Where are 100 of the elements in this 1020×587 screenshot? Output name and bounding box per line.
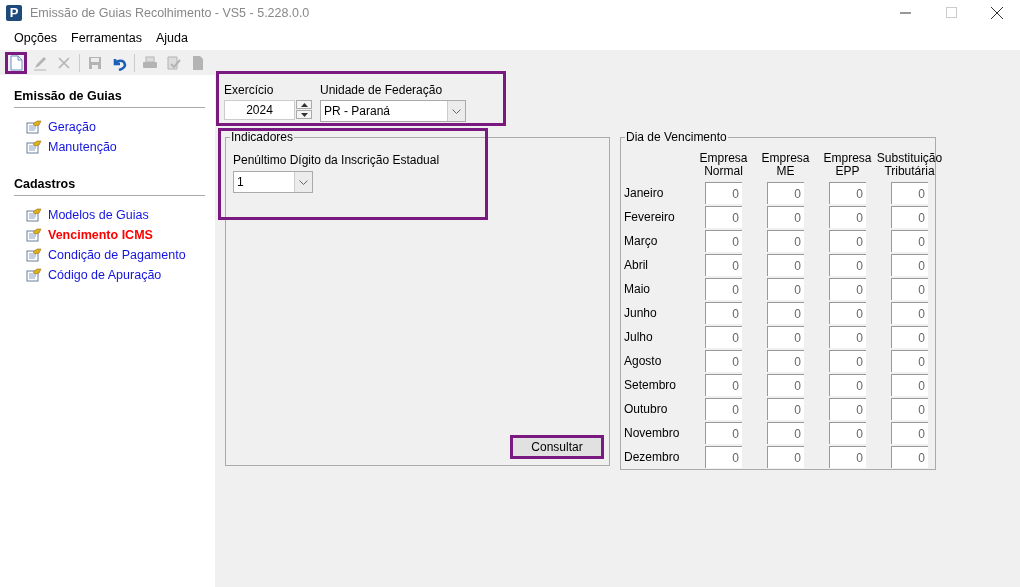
day-field[interactable]: 0 (829, 182, 866, 204)
month-label: Julho (624, 330, 654, 344)
document-icon (190, 54, 206, 71)
day-field[interactable]: 0 (891, 206, 928, 228)
day-field[interactable]: 0 (705, 278, 742, 300)
day-field[interactable]: 0 (829, 446, 866, 468)
form-icon (26, 227, 42, 242)
day-field[interactable]: 0 (891, 374, 928, 396)
state-dropdown[interactable]: PR - Paraná (320, 100, 466, 122)
day-field[interactable]: 0 (891, 398, 928, 420)
day-field[interactable]: 0 (767, 254, 804, 276)
month-label: Junho (624, 306, 658, 320)
day-field[interactable]: 0 (705, 374, 742, 396)
month-label: Março (624, 234, 659, 248)
minimize-icon (899, 11, 911, 14)
day-field[interactable]: 0 (705, 350, 742, 372)
column-header: Empresa EPP (823, 152, 872, 178)
spin-up-button[interactable] (296, 100, 312, 109)
sidebar-link[interactable]: Vencimento ICMS (26, 226, 205, 243)
digit-dropdown[interactable]: 1 (233, 171, 313, 193)
sidebar-link[interactable]: Modelos de Guias (26, 206, 205, 223)
section-title: Cadastros (14, 177, 205, 196)
new-document-icon (8, 54, 24, 71)
day-field[interactable]: 0 (767, 182, 804, 204)
day-field[interactable]: 0 (705, 230, 742, 252)
window-title: Emissão de Guias Recolhimento - VS5 - 5.228.0.0 (30, 5, 311, 20)
caret-down-icon (452, 108, 461, 114)
day-field[interactable]: 0 (829, 302, 866, 324)
form-icon (26, 207, 42, 222)
month-label: Maio (624, 282, 651, 296)
month-label: Novembro (624, 426, 680, 440)
day-field[interactable]: 0 (829, 230, 866, 252)
close-icon (991, 6, 1003, 19)
day-field[interactable]: 0 (767, 446, 804, 468)
day-field[interactable]: 0 (767, 326, 804, 348)
sidebar-link[interactable]: Geração (26, 118, 205, 135)
day-field[interactable]: 0 (767, 206, 804, 228)
day-field[interactable]: 0 (705, 398, 742, 420)
sidebar-link[interactable]: Manutenção (26, 138, 205, 155)
spin-down-button[interactable] (296, 110, 312, 119)
field-label: Unidade de Federação (320, 83, 444, 97)
day-field[interactable]: 0 (829, 278, 866, 300)
day-field[interactable]: 0 (829, 350, 866, 372)
year-field[interactable]: 2024 (224, 100, 295, 120)
form-icon (26, 139, 42, 154)
section-title: Emissão de Guias (14, 89, 205, 108)
menu-item[interactable]: Opções (8, 30, 64, 45)
day-field[interactable]: 0 (829, 398, 866, 420)
day-field[interactable]: 0 (767, 230, 804, 252)
sidebar-link[interactable]: Condição de Pagamento (26, 246, 205, 263)
day-field[interactable]: 0 (891, 350, 928, 372)
day-field[interactable]: 0 (829, 422, 866, 444)
day-field[interactable]: 0 (891, 254, 928, 276)
day-field[interactable]: 0 (705, 446, 742, 468)
day-field[interactable]: 0 (767, 374, 804, 396)
day-field[interactable]: 0 (891, 446, 928, 468)
delete-icon (56, 54, 72, 71)
day-field[interactable]: 0 (891, 326, 928, 348)
day-field[interactable]: 0 (767, 278, 804, 300)
day-field[interactable]: 0 (829, 326, 866, 348)
menu-item[interactable]: Ferramentas (65, 30, 148, 45)
pencil-icon (32, 54, 48, 71)
arrow-down-icon (300, 112, 308, 117)
day-field[interactable]: 0 (829, 374, 866, 396)
save-icon (87, 54, 103, 71)
app-logo: P (6, 4, 22, 21)
day-field[interactable]: 0 (705, 254, 742, 276)
consultar-button[interactable]: Consultar (510, 435, 604, 459)
day-field[interactable]: 0 (767, 398, 804, 420)
day-field[interactable]: 0 (705, 326, 742, 348)
caret-down-icon (299, 179, 308, 185)
menu-item[interactable]: Ajuda (149, 30, 194, 45)
day-field[interactable]: 0 (891, 422, 928, 444)
day-field[interactable]: 0 (705, 182, 742, 204)
day-field[interactable]: 0 (891, 278, 928, 300)
column-header: Empresa Normal (699, 152, 748, 178)
field-label: Penúltimo Dígito da Inscrição Estadual (233, 153, 441, 167)
form-icon (26, 119, 42, 134)
day-field[interactable]: 0 (767, 350, 804, 372)
day-field[interactable]: 0 (705, 422, 742, 444)
day-field[interactable]: 0 (767, 422, 804, 444)
printer-icon (142, 54, 158, 71)
day-field[interactable]: 0 (891, 302, 928, 324)
day-field[interactable]: 0 (829, 254, 866, 276)
day-field[interactable]: 0 (705, 302, 742, 324)
month-label: Outubro (624, 402, 669, 416)
day-field[interactable]: 0 (767, 302, 804, 324)
toolbar-button[interactable] (5, 51, 27, 74)
column-header: Empresa ME (761, 152, 810, 178)
group-title: Dia de Vencimento (625, 130, 728, 144)
form-icon (26, 247, 42, 262)
day-field[interactable]: 0 (829, 206, 866, 228)
sidebar-link[interactable]: Código de Apuração (26, 266, 205, 283)
month-label: Abril (624, 258, 649, 272)
month-label: Setembro (624, 378, 678, 392)
group-title: Indicadores (230, 130, 295, 144)
day-field[interactable]: 0 (705, 206, 742, 228)
day-field[interactable]: 0 (891, 182, 928, 204)
month-label: Janeiro (624, 186, 665, 200)
day-field[interactable]: 0 (891, 230, 928, 252)
